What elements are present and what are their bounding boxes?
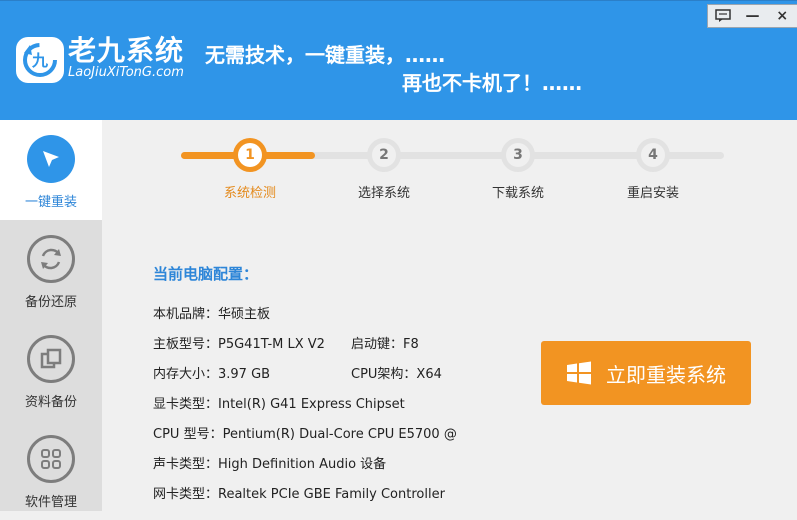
step-number: 3 [506, 143, 530, 167]
config-cpu: CPU 型号：Pentium(R) Dual-Core CPU E5700 @ [153, 427, 457, 442]
config-nic: 网卡类型：Realtek PCIe GBE Family Controller [153, 487, 445, 502]
sidebar-item-one-click-reinstall[interactable]: 一键重装 [0, 120, 102, 220]
step-number: 4 [641, 143, 665, 167]
grid-icon [41, 449, 61, 469]
sidebar-item-label: 软件管理 [24, 495, 77, 510]
feedback-button[interactable] [708, 5, 738, 27]
slogan-line-2: 再也不卡机了！…… [402, 71, 582, 95]
step-2-label: 选择系统 [357, 186, 410, 201]
nav-icon-wrap [27, 235, 75, 283]
reinstall-now-label: 立即重装系统 [606, 362, 726, 387]
step-3-label: 下载系统 [491, 186, 544, 201]
sidebar-item-data-backup[interactable]: 资料备份 [0, 320, 102, 420]
minimize-button[interactable]: — [738, 5, 768, 27]
app-subtitle: LaoJiuXiTonG.com [68, 65, 184, 80]
sidebar-item-software-manage[interactable]: 软件管理 [0, 420, 102, 520]
reinstall-now-button[interactable]: 立即重装系统 [541, 341, 751, 405]
config-board: 主板型号：P5G41T-M LX V2 [153, 337, 325, 352]
app-header: 九 老九系统 LaoJiuXiTonG.com 无需技术，一键重装，…… 再也不… [0, 0, 797, 120]
step-4-label: 重启安装 [626, 186, 679, 201]
sidebar-item-backup-restore[interactable]: 备份还原 [0, 220, 102, 320]
config-title: 当前电脑配置： [153, 265, 259, 283]
config-boot-key: 启动键：F8 [351, 337, 419, 352]
close-button[interactable]: × [767, 5, 797, 27]
window-controls: — × [707, 4, 797, 28]
config-memory: 内存大小：3.97 GB [153, 367, 271, 382]
step-3-indicator: 3 [501, 138, 535, 172]
config-cpu-arch: CPU架构：X64 [351, 367, 442, 382]
sidebar-item-label: 备份还原 [24, 295, 77, 310]
sidebar-item-label: 一键重装 [24, 195, 77, 210]
config-brand: 本机品牌：华硕主板 [153, 307, 271, 322]
config-sound: 声卡类型：High Definition Audio 设备 [153, 457, 387, 472]
slogan-line-1: 无需技术，一键重装，…… [205, 43, 445, 67]
nav-icon-wrap [27, 335, 75, 383]
chat-icon [715, 9, 731, 22]
copy-icon [40, 348, 62, 369]
nav-icon-wrap [27, 135, 75, 183]
windows-logo-icon [567, 361, 591, 385]
step-number: 1 [238, 143, 262, 167]
sync-icon [41, 248, 61, 270]
logo-glyph: 九 [31, 51, 48, 70]
cursor-arrow-icon [43, 151, 59, 167]
sidebar: 一键重装 备份还原 资料备份 软件管理 [0, 120, 102, 511]
logo-icon: 九 [16, 37, 64, 83]
sidebar-item-label: 资料备份 [24, 395, 77, 410]
step-2-indicator: 2 [367, 138, 401, 172]
step-1-label: 系统检测 [223, 186, 276, 201]
nav-icon-wrap [27, 435, 75, 483]
step-1-indicator: 1 [233, 138, 267, 172]
step-number: 2 [372, 143, 396, 167]
app-title: 老九系统 [68, 34, 185, 67]
config-gpu: 显卡类型：Intel(R) G41 Express Chipset [153, 397, 405, 412]
step-4-indicator: 4 [636, 138, 670, 172]
